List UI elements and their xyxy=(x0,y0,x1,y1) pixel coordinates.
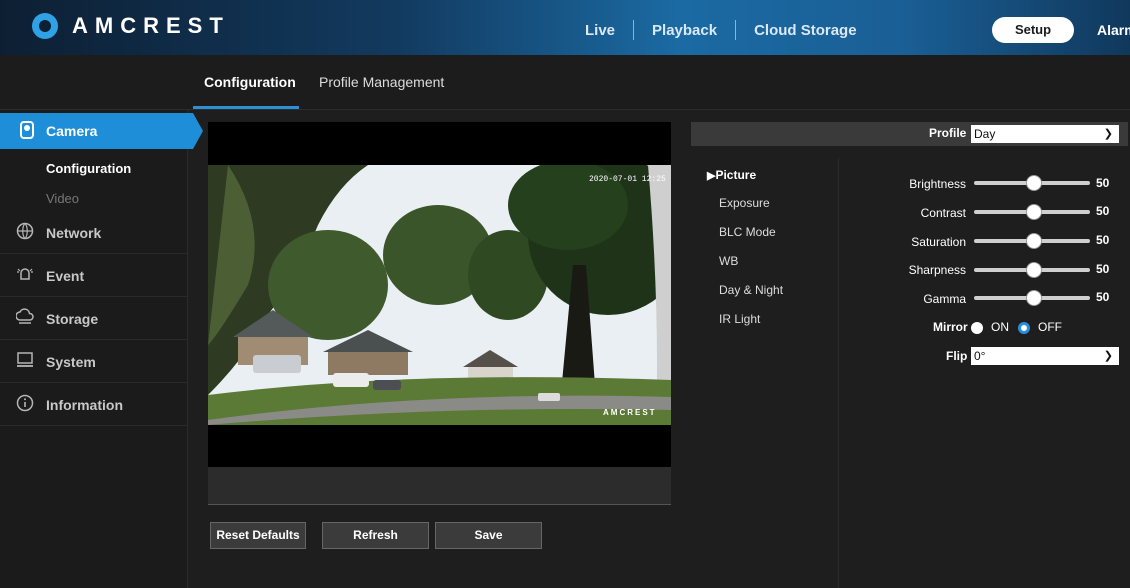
sharpness-label: Sharpness xyxy=(908,263,966,277)
video-watermark: AMCREST xyxy=(603,408,657,417)
flip-label: Flip xyxy=(946,349,968,363)
menu-item-blc-mode[interactable]: BLC Mode xyxy=(719,225,776,239)
sharpness-slider-handle[interactable] xyxy=(1026,262,1042,278)
sidebar-item-label: Storage xyxy=(46,311,99,327)
sidebar-item-camera[interactable]: Camera xyxy=(0,113,203,149)
top-navigation: Live Playback Cloud Storage xyxy=(567,20,875,40)
storage-icon xyxy=(16,308,34,324)
sidebar: Camera Configuration Video Network Event… xyxy=(0,110,203,588)
menu-item-wb[interactable]: WB xyxy=(719,254,738,268)
flip-select-value: 0° xyxy=(974,349,986,363)
save-button[interactable]: Save xyxy=(435,522,542,549)
mirror-label: Mirror xyxy=(933,320,968,334)
event-icon xyxy=(17,268,33,280)
flip-select[interactable]: 0° ❯ xyxy=(971,347,1119,365)
contrast-value: 50 xyxy=(1096,204,1110,218)
contrast-slider-handle[interactable] xyxy=(1026,204,1042,220)
chevron-down-icon: ❯ xyxy=(1103,350,1113,362)
profile-label: Profile xyxy=(929,126,967,140)
nav-playback[interactable]: Playback xyxy=(634,22,735,39)
sidebar-item-information[interactable]: Information xyxy=(0,383,188,426)
contrast-label: Contrast xyxy=(920,206,966,220)
reset-defaults-button[interactable]: Reset Defaults xyxy=(210,522,306,549)
video-control-bar xyxy=(208,467,671,505)
information-icon xyxy=(16,394,34,412)
mirror-on-radio[interactable] xyxy=(971,322,983,334)
menu-item-day-night[interactable]: Day & Night xyxy=(719,283,783,297)
menu-divider xyxy=(838,158,839,588)
tab-configuration[interactable]: Configuration xyxy=(204,74,296,90)
mirror-on-label: ON xyxy=(991,320,1009,334)
brightness-slider-handle[interactable] xyxy=(1026,175,1042,191)
sidebar-item-event[interactable]: Event xyxy=(0,254,188,297)
nav-cloud-storage[interactable]: Cloud Storage xyxy=(736,22,875,39)
chevron-down-icon: ❯ xyxy=(1103,128,1113,140)
sidebar-subitem-configuration[interactable]: Configuration xyxy=(46,161,131,176)
nav-alarm[interactable]: Alarm xyxy=(1097,22,1130,38)
system-icon xyxy=(17,352,33,367)
sidebar-item-network[interactable]: Network xyxy=(0,211,188,254)
sidebar-item-label: Information xyxy=(46,397,123,413)
mirror-off-label: OFF xyxy=(1038,320,1062,334)
nav-live[interactable]: Live xyxy=(567,22,633,39)
camera-scene-illustration xyxy=(208,165,671,425)
menu-item-picture[interactable]: ▶Picture xyxy=(707,168,756,182)
camera-live-image: 2020-07-01 12:25 AMCREST xyxy=(208,165,671,425)
sidebar-item-storage[interactable]: Storage xyxy=(0,297,188,340)
sharpness-value: 50 xyxy=(1096,262,1110,276)
menu-item-ir-light[interactable]: IR Light xyxy=(719,312,760,326)
active-tab-indicator xyxy=(193,106,299,109)
tab-profile-management[interactable]: Profile Management xyxy=(319,74,444,90)
saturation-slider-handle[interactable] xyxy=(1026,233,1042,249)
gamma-value: 50 xyxy=(1096,290,1110,304)
saturation-label: Saturation xyxy=(911,235,966,249)
top-bar: AMCREST Live Playback Cloud Storage Setu… xyxy=(0,0,1130,55)
brightness-label: Brightness xyxy=(909,177,966,191)
sidebar-item-label: System xyxy=(46,354,96,370)
profile-select-value: Day xyxy=(974,127,996,141)
amcrest-logo[interactable]: AMCREST xyxy=(32,13,230,39)
sidebar-subitem-video[interactable]: Video xyxy=(46,191,79,206)
video-preview[interactable]: 2020-07-01 12:25 AMCREST xyxy=(208,122,671,467)
video-timestamp: 2020-07-01 12:25 xyxy=(589,175,666,184)
camera-icon xyxy=(20,121,34,139)
menu-item-exposure[interactable]: Exposure xyxy=(719,196,770,210)
sidebar-item-label: Network xyxy=(46,225,102,241)
refresh-button[interactable]: Refresh xyxy=(322,522,429,549)
profile-select[interactable]: Day ❯ xyxy=(971,125,1119,143)
saturation-value: 50 xyxy=(1096,233,1110,247)
network-icon xyxy=(16,222,34,240)
mirror-off-radio[interactable] xyxy=(1018,322,1030,334)
sidebar-item-label: Camera xyxy=(46,123,98,139)
amcrest-logo-icon xyxy=(32,13,58,39)
brand-name: AMCREST xyxy=(72,13,230,38)
setup-button[interactable]: Setup xyxy=(992,17,1074,43)
brightness-value: 50 xyxy=(1096,176,1110,190)
menu-item-label: Picture xyxy=(715,168,757,182)
sidebar-item-system[interactable]: System xyxy=(0,340,188,383)
gamma-slider-handle[interactable] xyxy=(1026,290,1042,306)
sidebar-item-label: Event xyxy=(46,268,85,284)
sub-header: Configuration Profile Management xyxy=(0,55,1130,110)
gamma-label: Gamma xyxy=(923,292,966,306)
